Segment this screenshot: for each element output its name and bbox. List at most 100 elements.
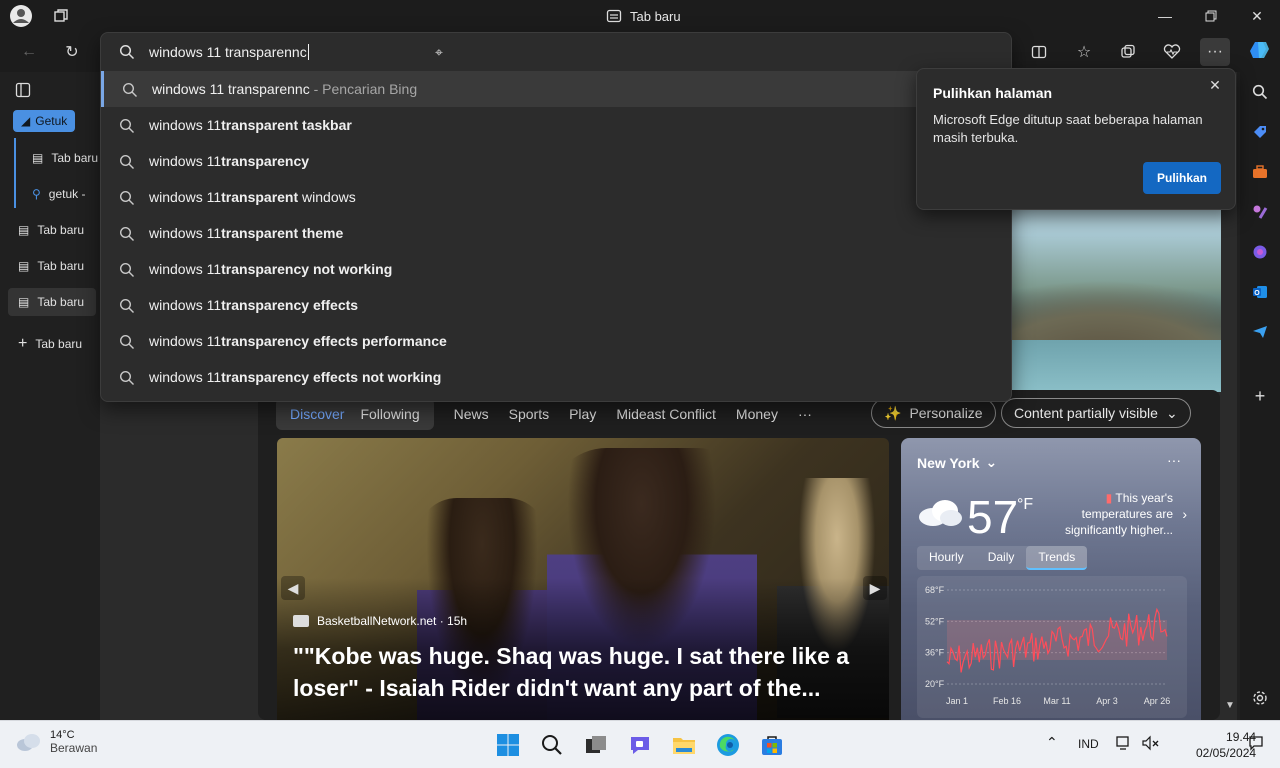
- x-tick-label: Apr 26: [1144, 696, 1171, 706]
- shopping-tag-icon[interactable]: [1248, 120, 1272, 144]
- tab-daily[interactable]: Daily: [976, 546, 1027, 570]
- notification-icon[interactable]: [1248, 735, 1264, 754]
- address-bar-input[interactable]: windows 11 transparennc: [101, 33, 1011, 71]
- network-icon[interactable]: [1116, 735, 1134, 754]
- news-card[interactable]: ◀ ▶ BasketballNetwork.net · 15h ""Kobe w…: [277, 438, 889, 720]
- file-explorer-icon[interactable]: [670, 731, 698, 759]
- suggestion-item[interactable]: windows 11 transparency effects: [101, 287, 1011, 323]
- cloud-icon: [17, 734, 40, 751]
- tab-group-label[interactable]: ◢ Getuk: [13, 110, 76, 132]
- suggestion-item[interactable]: windows 11 transparency not working: [101, 251, 1011, 287]
- tools-icon[interactable]: [1248, 160, 1272, 184]
- back-button[interactable]: ←: [14, 38, 44, 66]
- search-icon[interactable]: [538, 731, 566, 759]
- minimize-button[interactable]: —: [1142, 0, 1188, 32]
- settings-gear-icon[interactable]: [1248, 686, 1272, 710]
- tab-item-active[interactable]: ▤ Tab baru: [8, 288, 96, 316]
- language-indicator[interactable]: IND: [1078, 737, 1099, 751]
- copilot-icon[interactable]: [1248, 38, 1272, 62]
- split-screen-icon[interactable]: [1024, 38, 1054, 66]
- group-tab-item[interactable]: ⚲ getuk -: [22, 180, 98, 208]
- start-button[interactable]: [494, 731, 522, 759]
- tab-news[interactable]: News: [444, 406, 499, 422]
- collections-icon[interactable]: [1113, 38, 1143, 66]
- add-sidebar-app-icon[interactable]: +: [1248, 384, 1272, 408]
- personalize-button[interactable]: ✨ Personalize: [871, 398, 996, 428]
- collapse-triangle-icon: ◢: [21, 114, 31, 128]
- microsoft-store-icon[interactable]: [758, 731, 786, 759]
- tab-actions-icon[interactable]: [8, 76, 38, 104]
- vertical-tabs-panel: ◢ Getuk ▤ Tab baru ⚲ getuk - ▤ Tab baru …: [0, 72, 100, 720]
- right-sidebar: O +: [1240, 32, 1280, 720]
- suggestion-bold: transparency effects: [221, 297, 359, 313]
- suggestion-item[interactable]: windows 11 transparent theme: [101, 215, 1011, 251]
- search-icon: [119, 298, 134, 313]
- taskbar-weather[interactable]: 14°C Berawan: [16, 729, 97, 755]
- tab-hourly[interactable]: Hourly: [917, 546, 976, 570]
- volume-muted-icon[interactable]: [1142, 735, 1160, 754]
- group-tab-item[interactable]: ▤ Tab baru: [22, 144, 98, 172]
- tab-play[interactable]: Play: [559, 406, 606, 422]
- weather-card[interactable]: New York ⌄ ··· 57 °F ▮ This year's tempe…: [901, 438, 1201, 720]
- window-title-text: Tab baru: [630, 8, 681, 24]
- close-window-button[interactable]: ✕: [1234, 0, 1280, 32]
- tab-following[interactable]: Following: [352, 406, 427, 422]
- refresh-button[interactable]: ↻: [57, 38, 87, 66]
- suggestion-prefix: windows 11: [149, 333, 222, 349]
- suggestion-item[interactable]: windows 11 transparent windows: [101, 179, 1011, 215]
- more-tabs-button[interactable]: ···: [788, 406, 822, 422]
- suggestion-item[interactable]: windows 11 transparency: [101, 143, 1011, 179]
- games-icon[interactable]: [1248, 200, 1272, 224]
- x-tick-label: Jan 1: [946, 696, 968, 706]
- suggestion-bold: transparent theme: [221, 225, 344, 241]
- restore-button[interactable]: Pulihkan: [1143, 162, 1221, 194]
- y-tick-label: 68°F: [925, 585, 945, 595]
- popup-title: Pulihkan halaman: [933, 85, 1053, 101]
- previous-arrow-icon[interactable]: ◀: [281, 576, 305, 600]
- suggestion-item[interactable]: windows 11 transparennc - Pencarian Bing: [101, 71, 1011, 107]
- scroll-down-icon[interactable]: ▼: [1225, 700, 1235, 711]
- browser-essentials-icon[interactable]: [1157, 38, 1187, 66]
- profile-icon[interactable]: [10, 5, 32, 27]
- weather-note[interactable]: ▮ This year's temperatures are significa…: [1061, 490, 1173, 538]
- tab-trends[interactable]: Trends: [1026, 546, 1088, 570]
- chevron-right-icon[interactable]: ›: [1182, 506, 1187, 522]
- suggestion-item[interactable]: windows 11 transparency effects performa…: [101, 323, 1011, 359]
- news-headline[interactable]: ""Kobe was huge. Shaq was huge. I sat th…: [293, 640, 873, 704]
- search-icon: [119, 118, 134, 133]
- weather-temperature: 57: [967, 491, 1019, 543]
- search-icon: [119, 226, 134, 241]
- new-tab-button[interactable]: + Tab baru: [8, 330, 96, 358]
- tab-item[interactable]: ▤ Tab baru: [8, 216, 96, 244]
- chevron-up-icon[interactable]: ⌃: [1046, 734, 1058, 751]
- weather-city[interactable]: New York ⌄: [917, 454, 997, 471]
- content-filter-dropdown[interactable]: Content partially visible ⌄: [1001, 398, 1191, 428]
- office-icon[interactable]: [1248, 240, 1272, 264]
- workspaces-icon[interactable]: [50, 5, 72, 27]
- send-icon[interactable]: [1248, 320, 1272, 344]
- close-icon[interactable]: ✕: [1205, 75, 1225, 95]
- more-options-icon[interactable]: ···: [1167, 452, 1181, 468]
- suggestion-prefix: windows 11: [149, 297, 222, 313]
- popup-body: Microsoft Edge ditutup saat beberapa hal…: [933, 112, 1203, 145]
- settings-more-button[interactable]: ···: [1200, 38, 1230, 66]
- restore-button[interactable]: [1188, 0, 1234, 32]
- search-icon[interactable]: [1248, 80, 1272, 104]
- chat-icon[interactable]: [626, 731, 654, 759]
- task-view-icon[interactable]: [582, 731, 610, 759]
- search-icon: [119, 370, 134, 385]
- tab-money[interactable]: Money: [726, 406, 788, 422]
- search-icon: [119, 154, 134, 169]
- y-tick-label: 20°F: [925, 679, 945, 689]
- tab-sports[interactable]: Sports: [499, 406, 559, 422]
- favorites-icon[interactable]: ☆: [1069, 38, 1099, 66]
- next-arrow-icon[interactable]: ▶: [863, 576, 887, 600]
- suggestion-item[interactable]: windows 11 transparency effects not work…: [101, 359, 1011, 395]
- edge-icon[interactable]: [714, 731, 742, 759]
- outlook-icon[interactable]: O: [1248, 280, 1272, 304]
- tab-mideast-conflict[interactable]: Mideast Conflict: [606, 406, 726, 422]
- suggestion-bold: transparency effects performance: [221, 333, 447, 349]
- tab-discover[interactable]: Discover: [282, 406, 352, 422]
- suggestion-item[interactable]: windows 11 transparent taskbar: [101, 107, 1011, 143]
- tab-item[interactable]: ▤ Tab baru: [8, 252, 96, 280]
